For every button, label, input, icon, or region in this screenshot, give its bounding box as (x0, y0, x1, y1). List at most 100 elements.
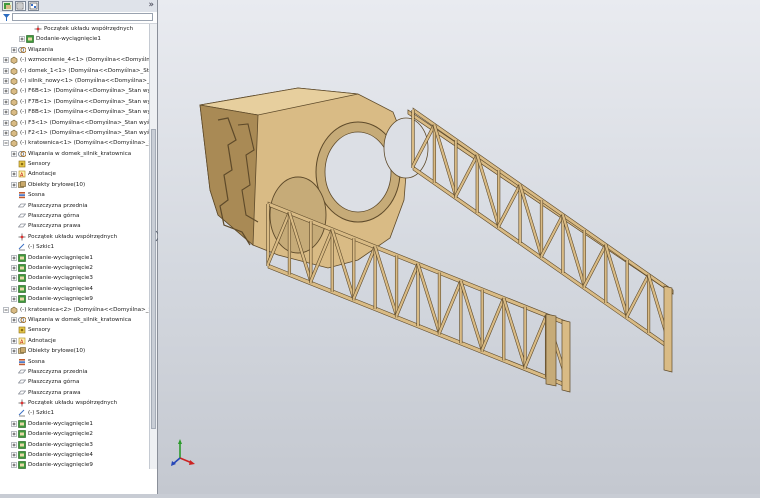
tree-item[interactable]: A Adnotacje (0, 336, 149, 346)
tree-item[interactable]: Obiekty bryłowe(10) (0, 180, 149, 190)
tree-item-label: Wiązania (28, 46, 54, 53)
tree-item[interactable]: (-) Szkic1 (0, 242, 149, 252)
expand-icon[interactable] (11, 337, 17, 344)
feature-tree: Początek układu współrzędnych Dodanie-wyc… (0, 24, 149, 481)
filter-input[interactable] (12, 13, 153, 21)
near-truss-diagonal-face (374, 246, 398, 316)
tree-item[interactable]: Płaszczyzna prawa (0, 388, 149, 398)
far-truss-end-post (663, 285, 673, 373)
tree-item[interactable]: Wiązania w domek_silnik_kratownica (0, 315, 149, 325)
property-manager-tab[interactable] (15, 1, 26, 11)
tree-item[interactable]: (-) domek_1<1> (Domyślna<<Domyślna>_Stan (0, 66, 149, 76)
expand-icon[interactable] (3, 130, 9, 136)
expand-icon[interactable] (11, 171, 17, 178)
tree-item[interactable]: A Adnotacje (0, 169, 149, 179)
scrollbar-thumb[interactable] (151, 129, 156, 429)
feature-icon (18, 295, 26, 303)
tree-item[interactable]: (-) wzmocnienie_4<1> (Domyślna<<Domyślna (0, 55, 149, 65)
tree-item[interactable]: Początek układu współrzędnych (0, 398, 149, 408)
tree-item[interactable]: Dodanie-wyciągnięcie9 (0, 294, 149, 304)
origin-icon (18, 233, 26, 241)
tree-item[interactable]: Płaszczyzna przednia (0, 201, 149, 211)
tree-item-label: Dodanie-wyciągnięcie3 (28, 275, 93, 282)
feature-icon (18, 430, 26, 439)
expand-icon[interactable] (11, 348, 17, 354)
truss-model-view[interactable] (158, 0, 760, 494)
expand-icon[interactable] (11, 441, 17, 448)
collapse-panel-button[interactable]: » (148, 0, 154, 11)
expand-icon[interactable] (11, 296, 17, 302)
graphics-area[interactable] (158, 0, 760, 494)
tree-item[interactable]: Sensory (0, 159, 149, 169)
tree-item[interactable]: Dodanie-wyciągnięcie2 (0, 429, 149, 439)
tree-item[interactable]: (-) F6B<1> (Domyślna<<Domyślna>_Stan wy (0, 86, 149, 96)
tree-item[interactable]: (-) kratownica<1> (Domyślna<<Domyślna>_S (0, 138, 149, 148)
tree-item-label: Początek układu współrzędnych (28, 233, 118, 240)
tree-item[interactable]: (-) F3<1> (Domyślna<<Domyślna>_Stan wyś (0, 118, 149, 128)
tree-item-label: (-) F7B<1> (Domyślna<<Domyślna>_Stan wy (20, 98, 149, 105)
tree-item[interactable]: (-) silnik_nowy<1> (Domyślna<<Domyślna>_ (0, 76, 149, 86)
expand-icon[interactable] (3, 67, 9, 74)
tree-item[interactable]: Dodanie-wyciągnięcie4 (0, 450, 149, 460)
tree-item[interactable]: Dodanie-wyciągnięcie1 (0, 34, 149, 44)
expand-icon[interactable] (11, 285, 17, 292)
tree-item[interactable]: Dodanie-wyciągnięcie1 (0, 419, 149, 429)
collapse-icon[interactable] (3, 140, 9, 147)
tree-item[interactable]: Wiązania (0, 45, 149, 55)
panel-footer (0, 469, 157, 494)
tree-item-label: Dodanie-wyciągnięcie1 (28, 254, 93, 261)
tree-item[interactable]: Płaszczyzna przednia (0, 367, 149, 377)
tree-item[interactable]: Obiekty bryłowe(10) (0, 346, 149, 356)
feature-manager-tab[interactable] (2, 1, 13, 11)
tree-item[interactable]: (-) F2<1> (Domyślna<<Domyślna>_Stan wyś (0, 128, 149, 138)
configuration-manager-tab[interactable] (28, 1, 39, 11)
expand-icon[interactable] (11, 275, 17, 282)
tree-item[interactable]: Początek układu współrzędnych (0, 24, 149, 34)
expand-icon[interactable] (3, 98, 9, 105)
expand-icon[interactable] (11, 452, 17, 458)
tree-scrollbar[interactable] (149, 24, 157, 469)
expand-icon[interactable] (11, 462, 17, 469)
sketch-icon (18, 409, 26, 417)
tree-item-label: Płaszczyzna przednia (28, 202, 88, 209)
expand-icon[interactable] (11, 182, 17, 188)
expand-icon[interactable] (3, 88, 9, 95)
tree-item[interactable]: Wiązania w domek_silnik_kratownica (0, 149, 149, 159)
tree-item[interactable]: Dodanie-wyciągnięcie2 (0, 263, 149, 273)
expand-icon[interactable] (11, 46, 17, 53)
expand-icon[interactable] (11, 150, 17, 157)
tree-item[interactable]: Płaszczyzna górna (0, 377, 149, 387)
tree-item[interactable]: Sensory (0, 325, 149, 335)
part-icon (10, 108, 18, 116)
expand-icon[interactable] (11, 254, 17, 261)
part-icon (10, 306, 18, 314)
tree-item-label: Płaszczyzna górna (28, 379, 80, 386)
tree-item[interactable]: Płaszczyzna górna (0, 211, 149, 221)
expand-icon[interactable] (11, 317, 17, 323)
tree-item[interactable]: (-) Szkic1 (0, 408, 149, 418)
expand-icon[interactable] (3, 57, 9, 63)
tree-item[interactable]: (-) F8B<1> (Domyślna<<Domyślna>_Stan wy (0, 107, 149, 117)
expand-icon[interactable] (3, 78, 9, 84)
tree-item[interactable]: Dodanie-wyciągnięcie3 (0, 273, 149, 283)
expand-icon[interactable] (3, 109, 9, 115)
expand-icon[interactable] (3, 119, 9, 126)
tree-item[interactable]: Sosna (0, 357, 149, 367)
tree-item[interactable]: (-) F7B<1> (Domyślna<<Domyślna>_Stan wy (0, 97, 149, 107)
collapse-icon[interactable] (3, 306, 9, 313)
tree-item[interactable]: Dodanie-wyciągnięcie4 (0, 284, 149, 294)
filter-icon[interactable] (2, 13, 11, 22)
tree-item[interactable]: Początek układu współrzędnych (0, 232, 149, 242)
tree-item[interactable]: Płaszczyzna prawa (0, 221, 149, 231)
tree-item[interactable]: (-) kratownica<2> (Domyślna<<Domyślna>_S (0, 305, 149, 315)
tree-item[interactable]: Dodanie-wyciągnięcie3 (0, 440, 149, 450)
tree-item[interactable]: Sosna (0, 190, 149, 200)
tree-item-label: Dodanie-wyciągnięcie9 (28, 296, 93, 303)
feature-icon (18, 253, 26, 262)
expand-icon[interactable] (11, 265, 17, 271)
tree-item[interactable]: Dodanie-wyciągnięcie1 (0, 253, 149, 263)
expand-icon[interactable] (11, 421, 17, 427)
expand-icon[interactable] (19, 36, 25, 43)
tree-item-label: Dodanie-wyciągnięcie2 (28, 264, 93, 271)
expand-icon[interactable] (11, 431, 17, 438)
